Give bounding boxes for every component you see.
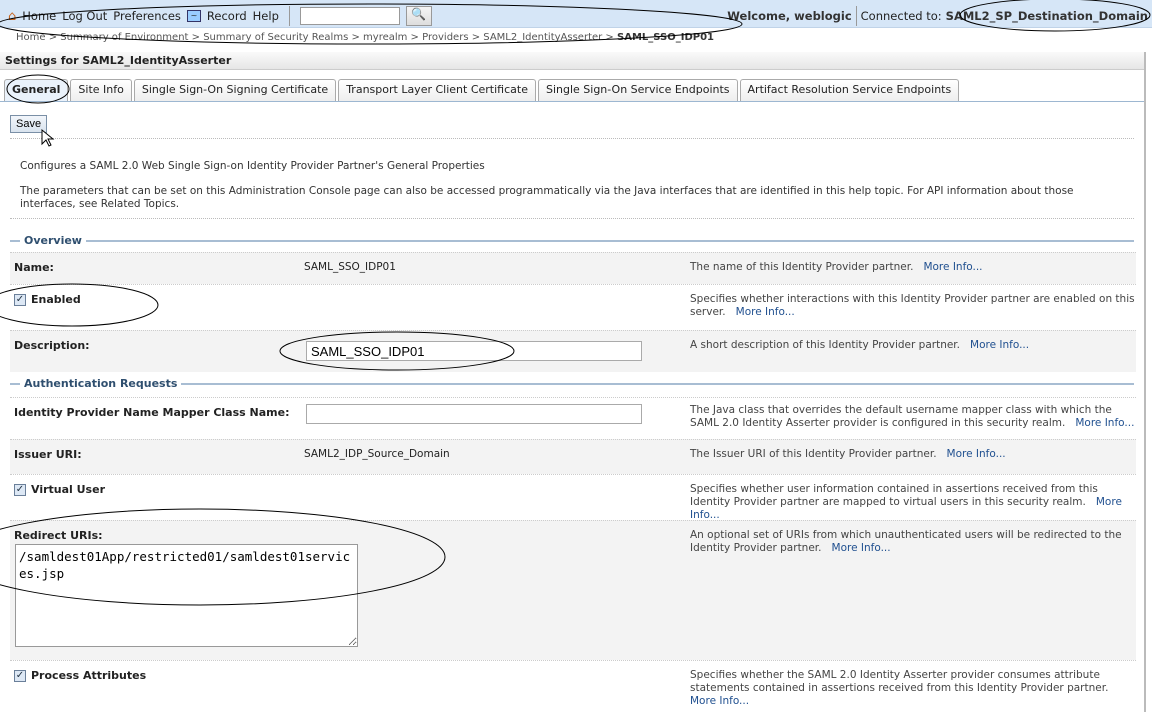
help-text: Specifies whether user information conta… xyxy=(690,483,1135,522)
section-title: Overview xyxy=(24,234,82,247)
mapper-class-input[interactable] xyxy=(306,404,642,424)
description-label: Description: xyxy=(14,339,90,352)
divider xyxy=(10,138,1134,139)
preferences-link[interactable]: Preferences xyxy=(113,9,181,23)
help-text: The Java class that overrides the defaul… xyxy=(690,404,1135,430)
more-info-link[interactable]: More Info... xyxy=(1075,417,1134,429)
logout-link[interactable]: Log Out xyxy=(62,9,107,23)
more-info-link[interactable]: More Info... xyxy=(970,339,1029,351)
divider xyxy=(288,6,290,26)
field-row-enabled: ✓ Enabled Specifies whether interactions … xyxy=(10,284,1136,330)
breadcrumb-link[interactable]: Home > xyxy=(16,32,57,43)
enabled-label: Enabled xyxy=(31,293,81,306)
help-text: An optional set of URIs from which unaut… xyxy=(690,529,1135,555)
field-row-redirect-uris: Redirect URIs: /samldest01App/restricted… xyxy=(10,520,1136,660)
breadcrumb-link[interactable]: Summary of Environment > xyxy=(60,32,200,43)
record-icon[interactable]: ~ xyxy=(186,10,201,22)
tab-sso-signing-certificate[interactable]: Single Sign-On Signing Certificate xyxy=(133,79,337,101)
help-description: Specifies whether user information conta… xyxy=(690,483,1098,508)
divider xyxy=(85,239,1134,242)
tab-artifact-resolution-endpoints[interactable]: Artifact Resolution Service Endpoints xyxy=(739,79,960,101)
search-input[interactable] xyxy=(299,7,400,25)
help-description: Specifies whether the SAML 2.0 Identity … xyxy=(690,669,1109,694)
section-authentication-requests: Authentication Requests xyxy=(10,377,1134,390)
mapper-label: Identity Provider Name Mapper Class Name… xyxy=(14,406,290,419)
name-value: SAML_SSO_IDP01 xyxy=(304,261,396,273)
search-button[interactable]: 🔍 xyxy=(405,6,432,26)
help-text: The Issuer URI of this Identity Provider… xyxy=(690,448,1135,461)
field-row-process-attributes: ✓ Process Attributes Specifies whether th… xyxy=(10,660,1136,712)
more-info-link[interactable]: More Info... xyxy=(832,542,891,554)
field-row-name-mapper: Identity Provider Name Mapper Class Name… xyxy=(10,397,1136,439)
domain-name: SAML2_SP_Destination_Domain xyxy=(945,9,1148,23)
top-toolbar: ⌂ Home Log Out Preferences ~ Record Help… xyxy=(0,0,1152,28)
search-icon: 🔍 xyxy=(411,7,427,21)
help-description: An optional set of URIs from which unaut… xyxy=(690,529,1122,554)
breadcrumb: Home > Summary of Environment > Summary … xyxy=(16,32,714,43)
tab-transport-layer-client-certificate[interactable]: Transport Layer Client Certificate xyxy=(338,79,536,101)
intro-text: Configures a SAML 2.0 Web Single Sign-on… xyxy=(20,160,485,172)
help-text: A short description of this Identity Pro… xyxy=(690,339,1135,352)
more-info-link[interactable]: More Info... xyxy=(947,448,1006,460)
more-info-link[interactable]: More Info... xyxy=(923,261,982,273)
breadcrumb-link[interactable]: Summary of Security Realms > xyxy=(203,32,360,43)
process-attributes-label: Process Attributes xyxy=(31,669,147,682)
redirect-uris-textarea[interactable]: /samldest01App/restricted01/samldest01se… xyxy=(15,544,358,647)
divider xyxy=(855,6,857,26)
intro-api-text: The parameters that can be set on this A… xyxy=(20,185,1074,210)
issuer-value: SAML2_IDP_Source_Domain xyxy=(304,448,450,460)
virtual-user-checkbox[interactable]: ✓ xyxy=(14,483,26,496)
name-label: Name: xyxy=(14,261,54,274)
breadcrumb-link[interactable]: SAML2_IdentityAsserter > xyxy=(483,32,614,43)
section-overview: Overview xyxy=(10,234,1134,247)
enabled-checkbox[interactable]: ✓ xyxy=(14,293,26,306)
tab-sso-service-endpoints[interactable]: Single Sign-On Service Endpoints xyxy=(537,79,738,101)
process-attributes-checkbox[interactable]: ✓ xyxy=(14,669,26,682)
section-title: Authentication Requests xyxy=(24,377,178,390)
breadcrumb-link[interactable]: myrealm > xyxy=(363,32,419,43)
home-link[interactable]: Home xyxy=(22,9,56,23)
help-link[interactable]: Help xyxy=(253,9,279,23)
welcome-text: Welcome, weblogic xyxy=(727,9,852,23)
more-info-link[interactable]: More Info... xyxy=(736,306,795,318)
tab-site-info[interactable]: Site Info xyxy=(70,79,132,101)
tab-bar: General Site Info Single Sign-On Signing… xyxy=(4,79,960,101)
help-description: The Java class that overrides the defaul… xyxy=(690,404,1112,429)
divider xyxy=(10,218,1134,219)
help-description: The Issuer URI of this Identity Provider… xyxy=(690,448,937,460)
connected-label: Connected to: xyxy=(860,9,942,23)
divider xyxy=(0,101,1144,102)
home-icon[interactable]: ⌂ xyxy=(8,9,16,24)
settings-panel: Settings for SAML2_IdentityAsserter Gene… xyxy=(0,52,1146,712)
more-info-link[interactable]: More Info... xyxy=(690,695,749,707)
field-row-virtual-user: ✓ Virtual User Specifies whether user inf… xyxy=(10,474,1136,522)
field-row-description: Description: A short description of this… xyxy=(10,330,1136,372)
redirect-label: Redirect URIs: xyxy=(14,529,103,542)
panel-title: Settings for SAML2_IdentityAsserter xyxy=(0,52,1144,70)
help-text: Specifies whether interactions with this… xyxy=(690,293,1135,319)
help-description: A short description of this Identity Pro… xyxy=(690,339,961,351)
save-button[interactable]: Save xyxy=(10,115,48,133)
divider xyxy=(10,382,20,385)
divider xyxy=(181,382,1134,385)
field-row-name: Name: SAML_SSO_IDP01 The name of this Id… xyxy=(10,252,1136,284)
issuer-label: Issuer URI: xyxy=(14,448,82,461)
breadcrumb-current: SAML_SSO_IDP01 xyxy=(617,32,714,43)
breadcrumb-link[interactable]: Providers > xyxy=(422,32,480,43)
tab-general[interactable]: General xyxy=(4,79,69,101)
help-text: Specifies whether the SAML 2.0 Identity … xyxy=(690,669,1135,708)
help-description: The name of this Identity Provider partn… xyxy=(690,261,914,273)
virtual-user-label: Virtual User xyxy=(31,483,105,496)
divider xyxy=(10,239,20,242)
description-input[interactable] xyxy=(306,341,642,361)
help-text: The name of this Identity Provider partn… xyxy=(690,261,1135,274)
field-row-issuer-uri: Issuer URI: SAML2_IDP_Source_Domain The … xyxy=(10,439,1136,474)
record-link[interactable]: Record xyxy=(207,9,247,23)
